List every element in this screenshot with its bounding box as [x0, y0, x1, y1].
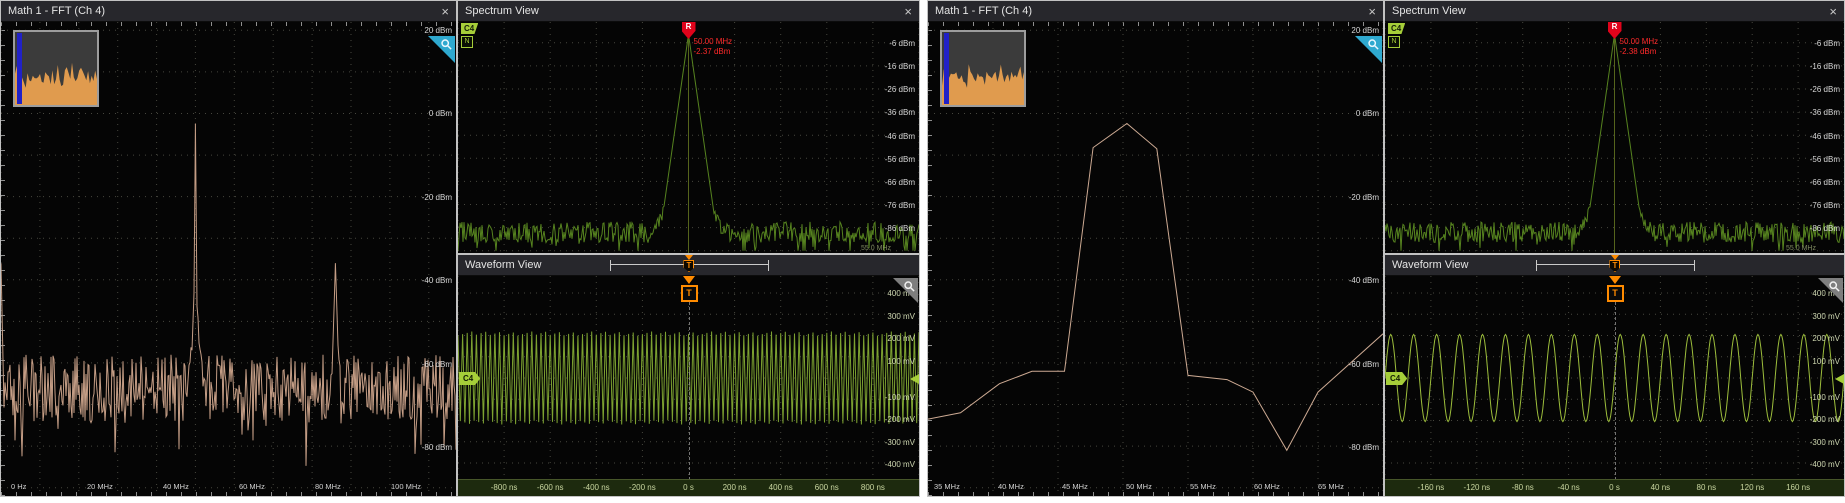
axis-tick-label: 20 MHz: [87, 482, 113, 491]
close-icon[interactable]: ×: [441, 5, 449, 18]
zoom-range-slider[interactable]: T: [610, 260, 769, 271]
axis-tick-label: -200 ns: [629, 483, 656, 492]
spectrum-view-window-right: Spectrum View × C4 N R 50.00 MHz -2.38 d…: [1384, 0, 1845, 254]
close-icon[interactable]: ×: [1368, 5, 1376, 18]
zoom-range-slider[interactable]: T: [1536, 260, 1694, 271]
close-icon[interactable]: ×: [904, 5, 912, 18]
trigger-slider-marker[interactable]: T: [1609, 260, 1620, 272]
spectrum-trace-canvas: [1385, 22, 1844, 253]
window-title: Waveform View: [465, 259, 541, 271]
trace-type-badge[interactable]: N: [1388, 36, 1400, 48]
marker-frequency: 50.00 MHz: [694, 37, 733, 47]
marker-frequency: 50.00 MHz: [1620, 37, 1659, 47]
axis-tick-label: 0 s: [683, 483, 694, 492]
spectrum-plot-area[interactable]: C4 N R 50.00 MHz -2.37 dBm -6 dBm-16 dBm…: [458, 22, 919, 253]
axis-tick-label: 40 ns: [1651, 483, 1671, 492]
axis-tick-label: -160 ns: [1418, 483, 1445, 492]
trigger-slider-arrow-icon: [1611, 255, 1619, 260]
spectrum-window-titlebar[interactable]: Spectrum View ×: [1385, 1, 1844, 22]
axis-tick-label: 40 MHz: [998, 482, 1024, 491]
waveform-window-titlebar[interactable]: Waveform View T: [1385, 255, 1844, 276]
spectrum-x-axis-partial-label: 55.0 MHz: [861, 245, 891, 252]
fft-overview-inset[interactable]: [13, 30, 99, 107]
axis-tick-label: 0 s: [1609, 483, 1620, 492]
ground-level-arrow-icon[interactable]: [910, 374, 919, 384]
trigger-slider-marker[interactable]: T: [683, 260, 694, 272]
magnifier-icon: [1367, 38, 1380, 51]
axis-tick-label: 80 MHz: [315, 482, 341, 491]
axis-tick-label: 400 ns: [769, 483, 793, 492]
axis-tick-label: 160 ns: [1786, 483, 1810, 492]
axis-tick-label: 0 Hz: [11, 482, 26, 491]
axis-tick-label: -40 ns: [1557, 483, 1579, 492]
fft-overview-thumbnail: [942, 32, 1024, 105]
math-fft-plot-area[interactable]: 20 dBm0 dBm-20 dBm-40 dBm-60 dBm-80 dBm …: [928, 22, 1383, 496]
time-axis-bar: -800 ns -600 ns -400 ns -200 ns 0 s 200 ns 400…: [458, 479, 919, 496]
waveform-plot-area[interactable]: T C4 400 mV300 mV200 mV100 mV-100 mV-200…: [1385, 276, 1844, 480]
marker-readout: 50.00 MHz -2.37 dBm: [694, 37, 733, 57]
axis-tick-label: 45 MHz: [1062, 482, 1088, 491]
trigger-marker[interactable]: T: [1607, 285, 1624, 302]
window-title: Waveform View: [1392, 259, 1468, 271]
fft-x-axis-labels: 35 MHz 40 MHz 45 MHz 50 MHz 55 MHz 60 MHz 65 M…: [928, 482, 1383, 491]
axis-tick-label: 120 ns: [1740, 483, 1764, 492]
fft-overview-thumbnail: [15, 32, 97, 105]
spectrum-window-titlebar[interactable]: Spectrum View ×: [458, 1, 919, 22]
axis-tick-label: 50 MHz: [1126, 482, 1152, 491]
trigger-marker[interactable]: T: [681, 285, 698, 302]
spectrum-trace-canvas: [458, 22, 919, 253]
trigger-position-line: [689, 302, 690, 480]
waveform-view-window-right: Waveform View T T C4 400 mV300 mV200 mV1…: [1384, 254, 1845, 497]
axis-tick-label: 60 MHz: [239, 482, 265, 491]
axis-tick-label: 800 ns: [861, 483, 885, 492]
math-window-titlebar[interactable]: Math 1 - FFT (Ch 4) ×: [1, 1, 456, 22]
marker-level: -2.38 dBm: [1620, 47, 1659, 57]
spectrum-plot-area[interactable]: C4 N R 50.00 MHz -2.38 dBm -6 dBm-16 dBm…: [1385, 22, 1844, 253]
axis-tick-label: 55 MHz: [1190, 482, 1216, 491]
axis-tick-label: 60 MHz: [1254, 482, 1280, 491]
window-title: Spectrum View: [465, 5, 539, 17]
spectrum-view-window-left: Spectrum View × C4 N R 50.00 MHz -2.37 d…: [457, 0, 920, 254]
axis-tick-label: -80 ns: [1512, 483, 1534, 492]
math-fft-plot-area[interactable]: 20 dBm0 dBm-20 dBm-40 dBm-60 dBm-80 dBm …: [1, 22, 456, 496]
waveform-plot-area[interactable]: T C4 400 mV300 mV200 mV100 mV-100 mV-200…: [458, 276, 919, 480]
math-fft-window-left: Math 1 - FFT (Ch 4) × 20 dBm0 dBm-20 dBm…: [0, 0, 457, 497]
marker-readout: 50.00 MHz -2.38 dBm: [1620, 37, 1659, 57]
spectrum-x-axis-partial-label: 55.0 MHz: [1786, 245, 1816, 252]
ground-level-arrow-icon[interactable]: [1835, 374, 1844, 384]
axis-tick-label: 65 MHz: [1318, 482, 1344, 491]
fft-x-axis-labels: 0 Hz 20 MHz 40 MHz 60 MHz 80 MHz 100 MHz: [1, 482, 456, 491]
trigger-position-icon[interactable]: [1609, 276, 1621, 284]
marker-level: -2.37 dBm: [694, 47, 733, 57]
axis-tick-label: -120 ns: [1463, 483, 1490, 492]
time-axis-bar: -160 ns -120 ns -80 ns -40 ns 0 s 40 ns 80 ns 1…: [1385, 479, 1844, 496]
window-title: Math 1 - FFT (Ch 4): [8, 5, 105, 17]
magnifier-icon: [440, 38, 453, 51]
trigger-position-icon[interactable]: [683, 276, 695, 284]
axis-tick-label: 200 ns: [723, 483, 747, 492]
dual-scope-screenshot: Math 1 - FFT (Ch 4) × 20 dBm0 dBm-20 dBm…: [0, 0, 1845, 503]
close-icon[interactable]: ×: [1829, 5, 1837, 18]
window-title: Math 1 - FFT (Ch 4): [935, 5, 1032, 17]
trigger-position-line: [1615, 302, 1616, 480]
axis-tick-label: 100 MHz: [391, 482, 421, 491]
axis-tick-label: -800 ns: [491, 483, 518, 492]
trigger-slider-arrow-icon: [685, 255, 693, 260]
waveform-view-window-left: Waveform View T T C4 400 mV300 mV200 mV1…: [457, 254, 920, 497]
math-window-titlebar[interactable]: Math 1 - FFT (Ch 4) ×: [928, 1, 1383, 22]
axis-tick-label: -600 ns: [537, 483, 564, 492]
trace-type-badge[interactable]: N: [461, 36, 473, 48]
fft-overview-inset[interactable]: [940, 30, 1026, 107]
window-title: Spectrum View: [1392, 5, 1466, 17]
axis-tick-label: 40 MHz: [163, 482, 189, 491]
axis-tick-label: 35 MHz: [934, 482, 960, 491]
axis-tick-label: -400 ns: [583, 483, 610, 492]
axis-tick-label: 80 ns: [1697, 483, 1717, 492]
axis-tick-label: 600 ns: [815, 483, 839, 492]
waveform-window-titlebar[interactable]: Waveform View T: [458, 255, 919, 276]
math-fft-window-right: Math 1 - FFT (Ch 4) × 20 dBm0 dBm-20 dBm…: [927, 0, 1384, 497]
